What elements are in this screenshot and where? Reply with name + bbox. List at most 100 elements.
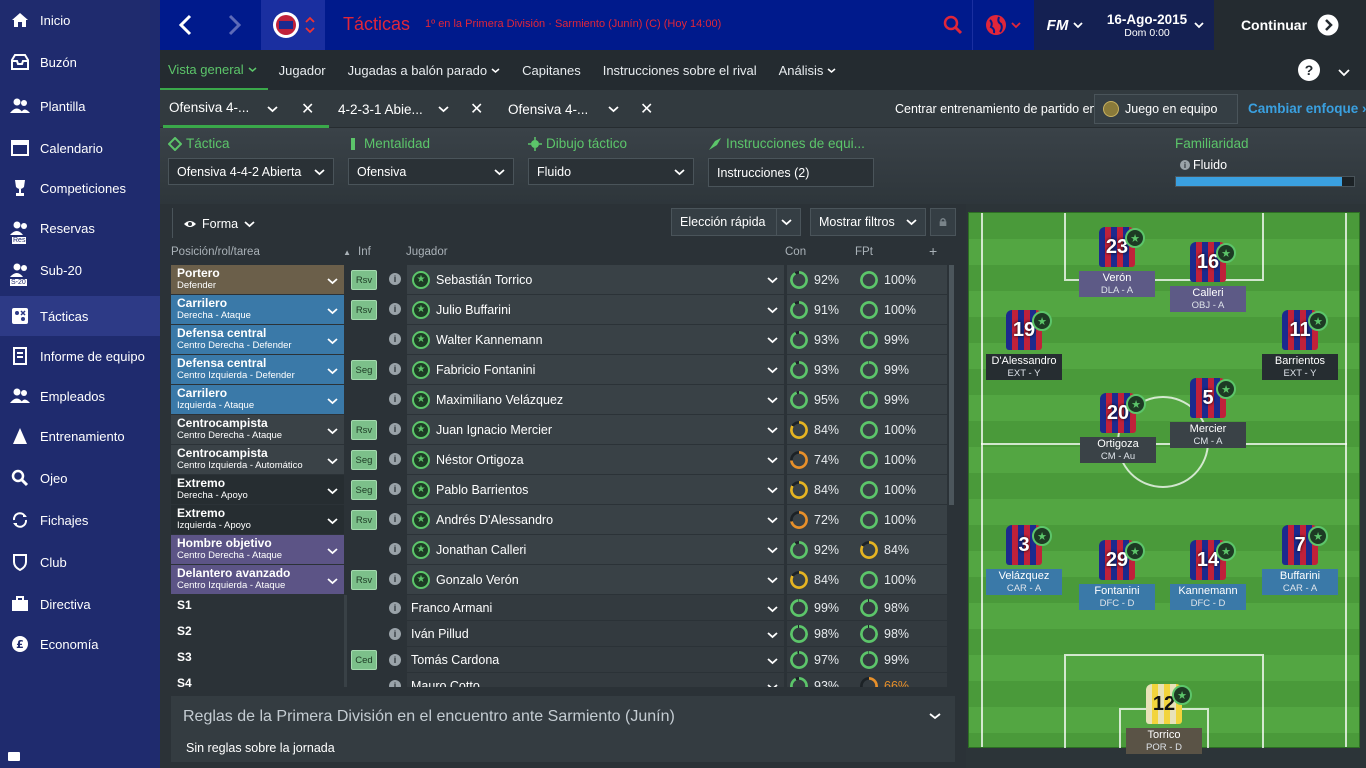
chevron-down-icon[interactable]	[767, 654, 778, 668]
tactic-tab-3[interactable]: Ofensiva 4-... ✕	[500, 90, 664, 128]
search-button[interactable]	[936, 0, 970, 50]
position-role[interactable]: Defensa central Centro Izquierda - Defend…	[171, 355, 344, 384]
pitch-player-label[interactable]: Verón DLA - A	[1079, 271, 1155, 297]
status-badge[interactable]: Rsv	[351, 300, 377, 320]
help-button[interactable]: ?	[1298, 59, 1320, 81]
player-select[interactable]: Mauro Cotto	[407, 673, 784, 687]
shape-select[interactable]: Fluido	[528, 158, 694, 185]
position-role[interactable]: Carrilero Derecha - Ataque	[171, 295, 344, 324]
sidebar-item-inicio[interactable]: Inicio	[0, 0, 160, 40]
info-icon[interactable]: i	[389, 628, 401, 640]
player-select[interactable]: ★ Jonathan Calleri	[407, 535, 784, 564]
tactic-select[interactable]: Ofensiva 4-4-2 Abierta	[168, 158, 334, 185]
tab-capitanes[interactable]: Capitanes	[511, 50, 592, 90]
pitch-player-label[interactable]: Buffarini CAR - A	[1262, 569, 1338, 595]
position-role[interactable]: Hombre objetivo Centro Derecha - Ataque	[171, 535, 344, 564]
chevron-down-icon[interactable]	[327, 483, 338, 498]
sidebar-item-reservas[interactable]: Res Reservas	[0, 208, 160, 248]
pitch-player-label[interactable]: Calleri OBJ - A	[1170, 286, 1246, 312]
pitch-player-label[interactable]: Fontanini DFC - D	[1079, 584, 1155, 610]
player-select[interactable]: Tomás Cardona	[407, 647, 784, 672]
chevron-down-icon[interactable]	[767, 453, 778, 467]
player-select[interactable]: Franco Armani	[407, 595, 784, 620]
table-row[interactable]: Delantero avanzado Centro Izquierda - Ata…	[171, 565, 947, 595]
pitch-player-label[interactable]: Mercier CM - A	[1170, 422, 1246, 448]
info-icon[interactable]: i	[389, 602, 401, 614]
status-badge[interactable]: Rsv	[351, 510, 377, 530]
info-icon[interactable]: i	[389, 513, 401, 525]
chevron-down-icon[interactable]	[327, 513, 338, 528]
chevron-down-icon[interactable]	[327, 453, 338, 468]
status-badge[interactable]: Rsv	[351, 270, 377, 290]
position-role[interactable]: Portero Defender	[171, 265, 344, 294]
chevron-down-icon[interactable]	[767, 573, 778, 587]
sidebar-item-buzon[interactable]: Buzón	[0, 40, 160, 84]
scrollbar-thumb[interactable]	[949, 265, 954, 505]
training-focus-select[interactable]: Juego en equipo	[1094, 94, 1238, 124]
player-select[interactable]: ★ Néstor Ortigoza	[407, 445, 784, 474]
player-select[interactable]: ★ Maximiliano Velázquez	[407, 385, 784, 414]
info-icon[interactable]: i	[389, 273, 401, 285]
chevron-down-icon[interactable]	[767, 543, 778, 557]
chevron-down-icon[interactable]	[767, 602, 778, 616]
chevron-down-icon[interactable]	[767, 363, 778, 377]
close-icon[interactable]: ✕	[640, 99, 653, 119]
info-icon[interactable]: i	[389, 453, 401, 465]
sidebar-item-economia[interactable]: £ Economía	[0, 624, 160, 664]
table-row[interactable]: Carrilero Izquierda - Ataque i ★ Maximiliano…	[171, 385, 947, 415]
status-badge[interactable]: Seg	[351, 450, 377, 470]
status-badge[interactable]: Rsv	[351, 570, 377, 590]
position-role[interactable]: Carrilero Izquierda - Ataque	[171, 385, 344, 414]
table-scrollbar[interactable]	[949, 265, 954, 685]
pitch-player-label[interactable]: D'Alessandro EXT - Y	[986, 354, 1062, 380]
info-icon[interactable]: i	[389, 333, 401, 345]
info-icon[interactable]: i	[389, 654, 401, 666]
chevron-down-icon[interactable]	[327, 333, 338, 348]
pitch-player-label[interactable]: Velázquez CAR - A	[986, 569, 1062, 595]
info-icon[interactable]: i	[389, 423, 401, 435]
forward-button[interactable]	[210, 0, 260, 50]
player-select[interactable]: Iván Pillud	[407, 621, 784, 646]
tab-balon-parado[interactable]: Jugadas a balón parado	[337, 50, 512, 90]
sidebar-item-plantilla[interactable]: Plantilla	[0, 84, 160, 128]
col-player[interactable]: Jugador	[406, 246, 448, 258]
more-menu-button[interactable]	[1338, 65, 1350, 80]
info-icon[interactable]: i	[389, 303, 401, 315]
col-inf[interactable]: Inf	[358, 246, 371, 258]
pitch-player-label[interactable]: Kannemann DFC - D	[1170, 584, 1246, 610]
table-row[interactable]: Extremo Derecha - Apoyo Seg i ★ Pablo Barrien…	[171, 475, 947, 505]
sidebar-item-club[interactable]: Club	[0, 540, 160, 584]
table-row[interactable]: Defensa central Centro Izquierda - Defend…	[171, 355, 947, 385]
chevron-down-icon[interactable]	[929, 712, 941, 720]
player-select[interactable]: ★ Juan Ignacio Mercier	[407, 415, 784, 444]
show-filters-button[interactable]: Mostrar filtros	[810, 208, 926, 236]
table-row[interactable]: Hombre objetivo Centro Derecha - Ataque i ★…	[171, 535, 947, 565]
table-row[interactable]: S1 i Franco Armani 99% 98%	[171, 595, 947, 621]
sidebar-item-empleados[interactable]: Empleados	[0, 376, 160, 416]
pitch-player-label[interactable]: Ortigoza CM - Au	[1080, 437, 1156, 463]
quick-pick-button[interactable]: Elección rápida	[671, 208, 801, 236]
status-badge[interactable]: Seg	[351, 480, 377, 500]
chevron-down-icon[interactable]	[327, 393, 338, 408]
lock-button[interactable]	[930, 208, 956, 236]
info-icon[interactable]: i	[389, 393, 401, 405]
position-role[interactable]: Extremo Izquierda - Apoyo	[171, 505, 344, 534]
mentality-select[interactable]: Ofensiva	[348, 158, 514, 185]
back-button[interactable]	[160, 0, 210, 50]
tab-analisis[interactable]: Análisis	[768, 50, 848, 90]
sidebar-item-informe[interactable]: Informe de equipo	[0, 336, 160, 376]
tab-instrucciones-rival[interactable]: Instrucciones sobre el rival	[592, 50, 768, 90]
chevron-down-icon[interactable]	[327, 543, 338, 558]
table-row[interactable]: Extremo Izquierda - Apoyo Rsv i ★ Andrés D'Al…	[171, 505, 947, 535]
player-select[interactable]: ★ Walter Kannemann	[407, 325, 784, 354]
change-focus-link[interactable]: Cambiar enfoque ›	[1248, 101, 1366, 116]
position-role[interactable]: Extremo Derecha - Apoyo	[171, 475, 344, 504]
table-row[interactable]: Defensa central Centro Derecha - Defender…	[171, 325, 947, 355]
info-icon[interactable]: i	[389, 543, 401, 555]
player-select[interactable]: ★ Pablo Barrientos	[407, 475, 784, 504]
pitch-player-label[interactable]: Barrientos EXT - Y	[1262, 354, 1338, 380]
chevron-down-icon[interactable]	[767, 333, 778, 347]
chevron-down-icon[interactable]	[327, 363, 338, 378]
table-row[interactable]: Centrocampista Centro Derecha - Ataque Rsv…	[171, 415, 947, 445]
col-con[interactable]: Con	[785, 246, 806, 258]
